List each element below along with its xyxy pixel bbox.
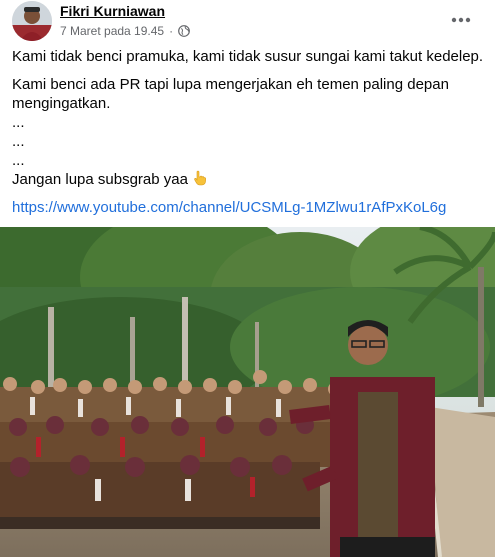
post-text: Kami tidak benci pramuka, kami tidak sus…	[12, 47, 487, 217]
post-meta: 7 Maret pada 19.45 ·	[60, 24, 190, 38]
facebook-post: Fikri Kurniawan 7 Maret pada 19.45 · Kam…	[0, 0, 495, 557]
more-options-button[interactable]	[445, 6, 477, 32]
post-photo[interactable]	[0, 227, 495, 557]
post-line-cta: Jangan lupa subsgrab yaa	[12, 170, 487, 189]
meta-separator: ·	[169, 24, 174, 38]
pointing-down-hand-icon	[192, 170, 208, 186]
post-line: Kami benci ada PR tapi lupa mengerjakan …	[12, 76, 449, 112]
post-header: Fikri Kurniawan 7 Maret pada 19.45 ·	[0, 0, 495, 44]
globe-icon[interactable]	[178, 25, 190, 37]
post-line: ...	[12, 114, 25, 131]
post-line: Jangan lupa subsgrab yaa	[12, 171, 188, 188]
post-line: Kami tidak benci pramuka, kami tidak sus…	[12, 48, 484, 65]
more-horizontal-icon	[451, 10, 471, 28]
post-line: ...	[12, 152, 25, 169]
author-name[interactable]: Fikri Kurniawan	[60, 3, 165, 19]
youtube-channel-link[interactable]: https://www.youtube.com/channel/UCSMLg-1…	[12, 199, 446, 216]
post-timestamp[interactable]: 7 Maret pada 19.45	[60, 24, 164, 38]
avatar[interactable]	[12, 1, 52, 41]
post-line: ...	[12, 133, 25, 150]
